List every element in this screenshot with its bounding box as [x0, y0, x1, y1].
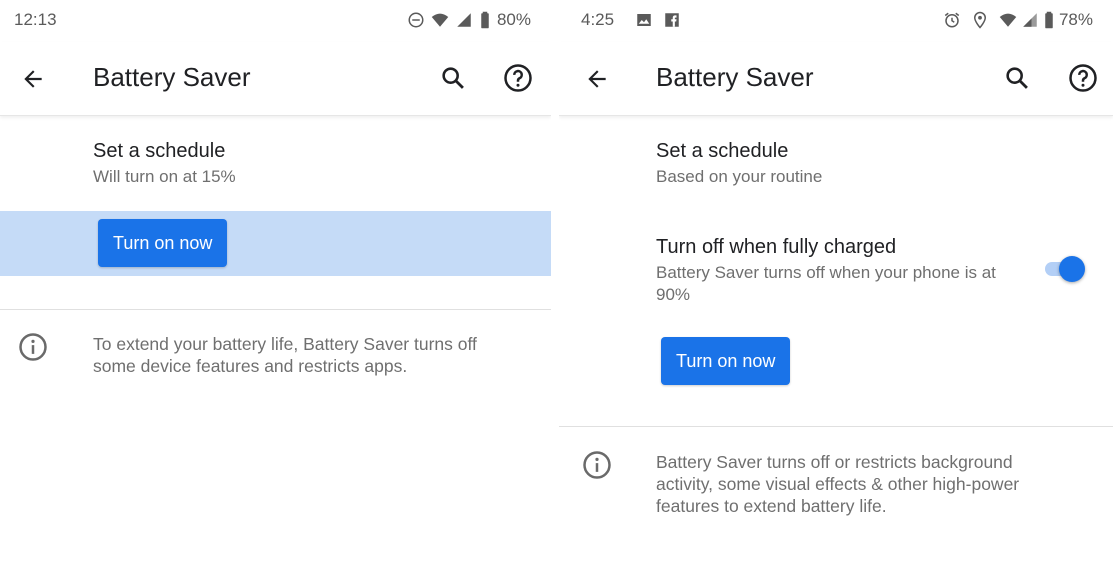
facebook-notification-icon [665, 13, 679, 27]
help-icon[interactable] [503, 63, 533, 93]
search-icon[interactable] [1003, 64, 1031, 92]
notification-icons [635, 11, 681, 29]
pref-title: Set a schedule [656, 140, 789, 162]
battery-percent: 80% [496, 10, 531, 29]
status-icons: 78% [943, 10, 1093, 30]
divider [0, 309, 551, 310]
divider [559, 426, 1113, 427]
set-schedule-pref[interactable]: Set a schedule Will turn on at 15% [93, 138, 531, 188]
battery-percent: 78% [1058, 10, 1093, 29]
wifi-icon [999, 13, 1017, 27]
status-bar: 12:13 80% [0, 0, 551, 42]
cell-signal-icon [457, 13, 471, 27]
phone-screen-right: 4:25 78% Battery Saver Set a schedule Ba… [559, 0, 1113, 565]
info-icon [19, 333, 47, 361]
battery-icon [481, 11, 489, 29]
pref-summary: Will turn on at 15% [93, 167, 236, 186]
switch-thumb [1059, 256, 1085, 282]
turn-off-when-charged-switch[interactable] [1041, 254, 1089, 284]
do-not-disturb-icon [408, 12, 424, 28]
turn-on-now-button[interactable]: Turn on now [98, 219, 228, 267]
search-icon[interactable] [439, 64, 467, 92]
pref-summary: Based on your routine [656, 167, 823, 186]
turn-on-now-button[interactable]: Turn on now [661, 337, 791, 385]
app-toolbar: Battery Saver [0, 42, 551, 116]
arrow-back-icon[interactable] [584, 66, 610, 92]
battery-icon [1045, 11, 1053, 29]
footer-info-text: To extend your battery life, Battery Sav… [93, 334, 477, 376]
wifi-icon [431, 13, 449, 27]
image-notification-icon [637, 14, 651, 26]
status-bar: 4:25 78% [559, 0, 1113, 42]
set-schedule-pref[interactable]: Set a schedule Based on your routine [656, 138, 1093, 188]
status-icons: 80% [407, 10, 531, 30]
pref-summary: Battery Saver turns off when your phone … [656, 263, 996, 304]
arrow-back-icon[interactable] [20, 66, 46, 92]
turn-off-when-charged-pref[interactable]: Turn off when fully charged Battery Save… [656, 234, 1013, 306]
info-icon [583, 451, 611, 479]
status-time: 4:25 [581, 10, 615, 29]
status-time: 12:13 [14, 10, 57, 29]
alarm-icon [944, 12, 960, 28]
app-toolbar: Battery Saver [559, 42, 1113, 116]
turn-on-row: Turn on now [0, 211, 551, 276]
footer-info-text: Battery Saver turns off or restricts bac… [656, 452, 1020, 516]
help-icon[interactable] [1068, 63, 1098, 93]
pref-title: Turn off when fully charged [656, 236, 897, 258]
pref-title: Set a schedule [93, 140, 226, 162]
turn-on-row: Turn on now [559, 329, 1113, 393]
page-title: Battery Saver [656, 62, 814, 92]
cell-signal-icon [1023, 13, 1037, 27]
phone-screen-left: 12:13 80% Battery Saver Set a schedule W… [0, 0, 551, 565]
page-title: Battery Saver [93, 62, 251, 92]
location-icon [973, 11, 986, 29]
